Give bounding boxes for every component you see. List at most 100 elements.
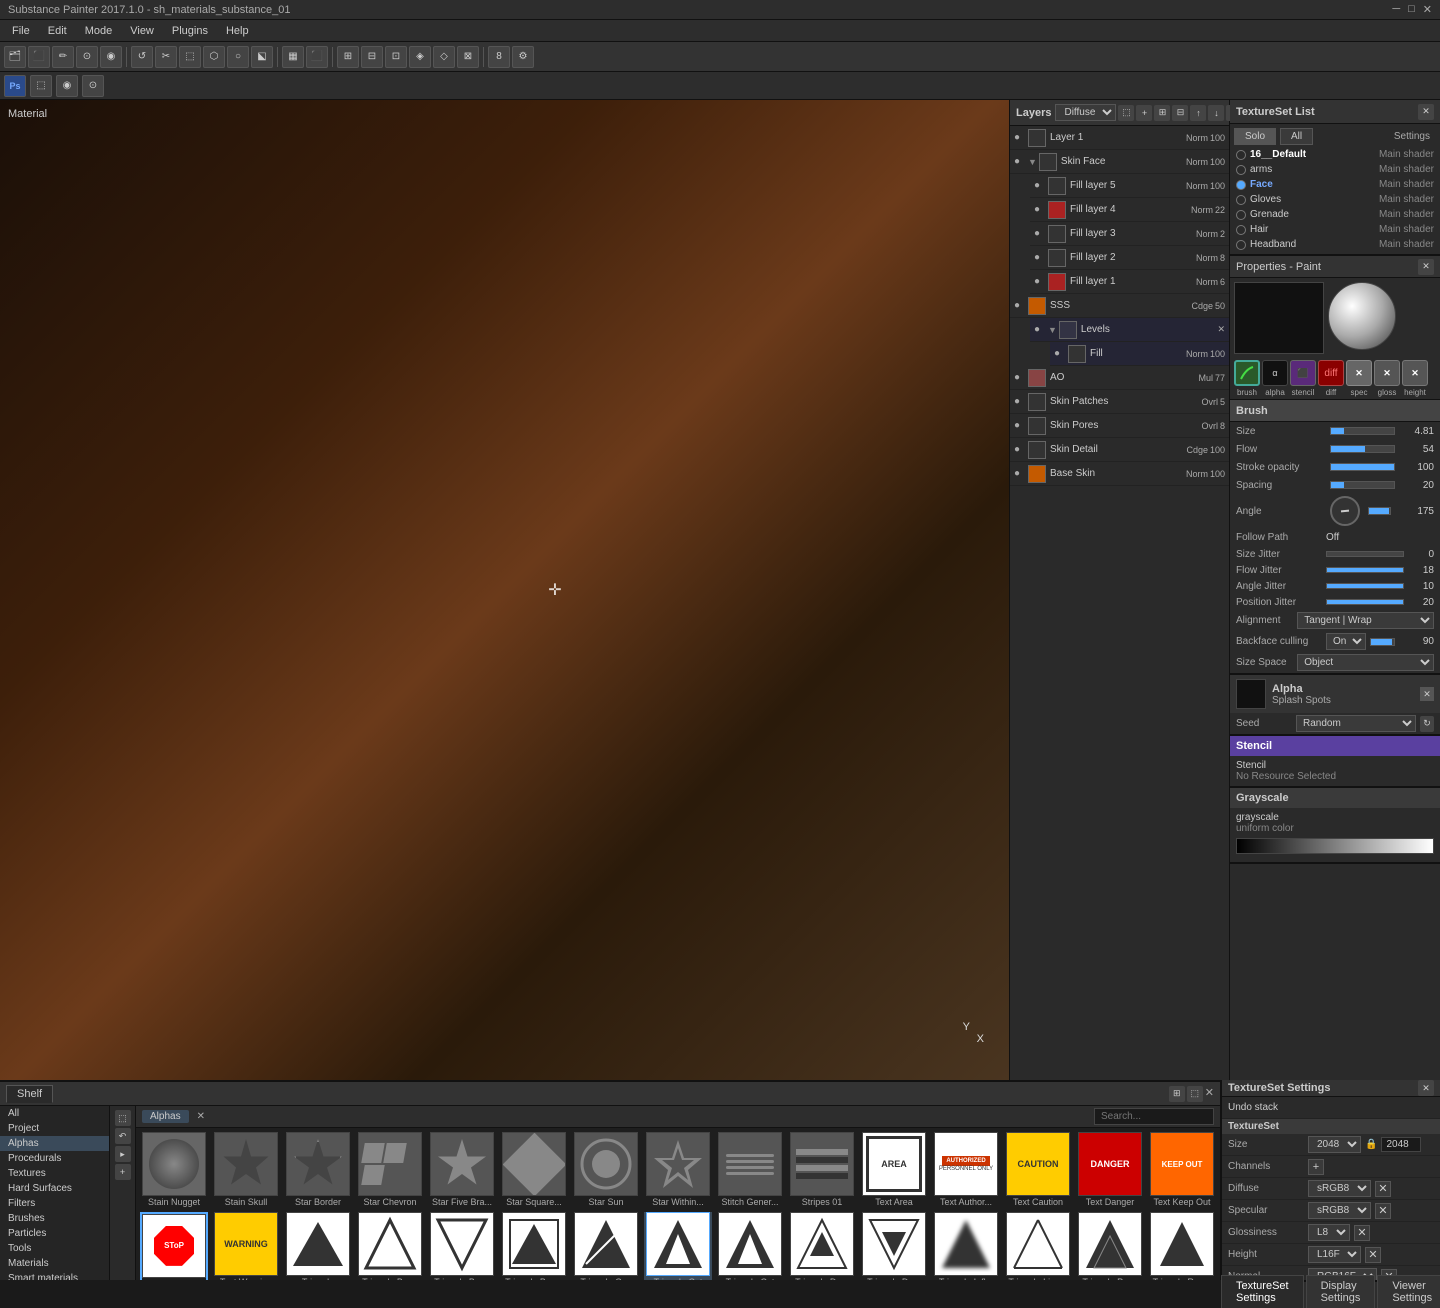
shelf-tool-2[interactable]: ↶ <box>115 1128 131 1144</box>
brush-spacing-slider[interactable] <box>1330 481 1395 489</box>
layer-visibility[interactable]: ● <box>1014 372 1026 384</box>
tb2-btn-3[interactable]: ⊙ <box>82 75 104 97</box>
ts-item-face[interactable]: Face Main shader <box>1232 177 1438 192</box>
shelf-nav-particles[interactable]: Particles <box>0 1226 109 1241</box>
brush-backface-select[interactable]: On <box>1326 633 1366 650</box>
shelf-nav-materials[interactable]: Materials <box>0 1256 109 1271</box>
bottom-tab-viewer-settings[interactable]: Viewer Settings <box>1377 1275 1440 1308</box>
tool-btn-18[interactable]: ◇ <box>433 46 455 68</box>
ts-item[interactable]: 16__Default Main shader <box>1232 147 1438 162</box>
shelf-item[interactable]: Stain Nugget <box>140 1132 208 1208</box>
shelf-nav-alphas[interactable]: Alphas <box>0 1136 109 1151</box>
layer-row[interactable]: ● Fill layer 5 Norm 100 <box>1030 174 1229 198</box>
layer-visibility[interactable]: ● <box>1034 204 1046 216</box>
layer-visibility[interactable]: ● <box>1054 348 1066 360</box>
brush-angle-slider[interactable] <box>1368 507 1391 515</box>
layer-row[interactable]: ● Skin Detail Cdge 100 <box>1010 438 1229 462</box>
shelf-item[interactable]: Triangle Bor... <box>356 1212 424 1280</box>
layer-visibility[interactable]: ● <box>1034 252 1046 264</box>
layers-btn-6[interactable]: ↓ <box>1208 105 1224 121</box>
layer-row[interactable]: ● Base Skin Norm 100 <box>1010 462 1229 486</box>
ts-tab-all[interactable]: All <box>1280 128 1313 145</box>
alpha-seed-select[interactable]: Random <box>1296 715 1416 732</box>
tool-btn-19[interactable]: ⊠ <box>457 46 479 68</box>
minimize-btn[interactable]: ─ <box>1392 3 1400 16</box>
shelf-btn-2[interactable]: ⬚ <box>1187 1086 1203 1102</box>
layer-visibility[interactable]: ● <box>1014 156 1026 168</box>
menu-item-edit[interactable]: Edit <box>40 23 75 39</box>
layer-row[interactable]: ● Skin Patches Ovrl 5 <box>1010 390 1229 414</box>
layer-row[interactable]: ● SSS Cdge 50 <box>1010 294 1229 318</box>
shelf-item[interactable]: Triangle <box>284 1212 352 1280</box>
layer-visibility[interactable]: ● <box>1034 276 1046 288</box>
shelf-item[interactable]: KEEP OUT Text Keep Out <box>1148 1132 1216 1208</box>
grayscale-bar[interactable] <box>1236 838 1434 854</box>
brush-sizespace-select[interactable]: Object <box>1297 654 1434 671</box>
layer-visibility[interactable]: ● <box>1014 444 1026 456</box>
menu-item-plugins[interactable]: Plugins <box>164 23 216 39</box>
tool-btn-2[interactable]: ⬛ <box>28 46 50 68</box>
blend-mode-select[interactable]: Diffuse <box>1055 104 1116 121</box>
layer-visibility[interactable]: ● <box>1034 324 1046 336</box>
brush-stroke-slider[interactable] <box>1330 463 1395 471</box>
close-btn[interactable]: ✕ <box>1423 3 1432 16</box>
shelf-item[interactable]: Triangle Do... <box>860 1212 928 1280</box>
channel-spec-icon[interactable]: ✕ <box>1346 360 1372 386</box>
shelf-search-input[interactable] <box>1094 1108 1214 1125</box>
props-close[interactable]: ✕ <box>1418 259 1434 275</box>
alpha-close[interactable]: ✕ <box>1420 687 1434 701</box>
ts-item[interactable]: Grenade Main shader <box>1232 207 1438 222</box>
layer-row[interactable]: ● AO Mul 77 <box>1010 366 1229 390</box>
brush-angle-dial[interactable] <box>1330 496 1360 526</box>
shelf-item[interactable]: Triangle Do... <box>788 1212 856 1280</box>
layers-btn-1[interactable]: ⬚ <box>1118 105 1134 121</box>
tool-btn-14[interactable]: ⊞ <box>337 46 359 68</box>
shelf-item[interactable]: Star Five Bra... <box>428 1132 496 1208</box>
shelf-item[interactable]: AUTHORIZED PERSONNEL ONLY Text Author... <box>932 1132 1000 1208</box>
tool-btn-6[interactable]: ↺ <box>131 46 153 68</box>
layer-row[interactable]: ● Fill layer 3 Norm 2 <box>1030 222 1229 246</box>
shelf-nav-hard-surfaces[interactable]: Hard Surfaces <box>0 1181 109 1196</box>
tool-btn-8[interactable]: ⬚ <box>179 46 201 68</box>
ts-size-input[interactable] <box>1381 1137 1421 1152</box>
tool-btn-20[interactable]: 8 <box>488 46 510 68</box>
ts-diffuse-select[interactable]: sRGB8 <box>1308 1180 1371 1197</box>
shelf-item[interactable]: WARNING Text Warning <box>212 1212 280 1280</box>
shelf-item[interactable]: Star Sun <box>572 1132 640 1208</box>
shelf-tab[interactable]: Shelf <box>6 1085 53 1103</box>
tool-btn-15[interactable]: ⊟ <box>361 46 383 68</box>
maximize-btn[interactable]: □ <box>1408 3 1415 16</box>
layer-row-levels[interactable]: ● ▼ Levels ✕ <box>1030 318 1229 342</box>
ts-tab-solo[interactable]: Solo <box>1234 128 1276 145</box>
menu-item-view[interactable]: View <box>122 23 162 39</box>
shelf-nav-procedurals[interactable]: Procedurals <box>0 1151 109 1166</box>
ts-close[interactable]: ✕ <box>1418 104 1434 120</box>
shelf-item[interactable]: Triangle Pyr... <box>1076 1212 1144 1280</box>
shelf-tool-3[interactable]: ▸ <box>115 1146 131 1162</box>
tool-btn-17[interactable]: ◈ <box>409 46 431 68</box>
shelf-item[interactable]: Triangle Rou... <box>1148 1212 1216 1280</box>
tool-btn-4[interactable]: ⊙ <box>76 46 98 68</box>
menu-item-help[interactable]: Help <box>218 23 257 39</box>
shelf-item[interactable]: Stitch Gener... <box>716 1132 784 1208</box>
shelf-item[interactable]: Stripes 01 <box>788 1132 856 1208</box>
brush-flow-slider[interactable] <box>1330 445 1395 453</box>
tool-btn-7[interactable]: ✂ <box>155 46 177 68</box>
shelf-item[interactable]: Star Chevron <box>356 1132 424 1208</box>
ts-height-del[interactable]: ✕ <box>1365 1247 1381 1263</box>
shelf-item[interactable]: Triangle Cut <box>716 1212 784 1280</box>
tool-btn-3[interactable]: ✏ <box>52 46 74 68</box>
channel-height-icon[interactable]: ✕ <box>1402 360 1428 386</box>
layer-visibility[interactable]: ● <box>1014 396 1026 408</box>
layer-visibility[interactable]: ● <box>1014 132 1026 144</box>
position-jitter-slider[interactable] <box>1326 599 1404 605</box>
layers-btn-4[interactable]: ⊟ <box>1172 105 1188 121</box>
shelf-item-stop[interactable]: SToP Text Stop <box>140 1212 208 1280</box>
shelf-item[interactable]: Triangle Infl... <box>932 1212 1000 1280</box>
layer-visibility[interactable]: ● <box>1014 420 1026 432</box>
shelf-item[interactable]: CAUTION Text Caution <box>1004 1132 1072 1208</box>
shelf-nav-brushes[interactable]: Brushes <box>0 1211 109 1226</box>
tool-btn-1[interactable]: 🗂 <box>4 46 26 68</box>
layer-row[interactable]: ● Fill layer 1 Norm 6 <box>1030 270 1229 294</box>
ts-settings-btn[interactable]: Settings <box>1388 129 1436 144</box>
